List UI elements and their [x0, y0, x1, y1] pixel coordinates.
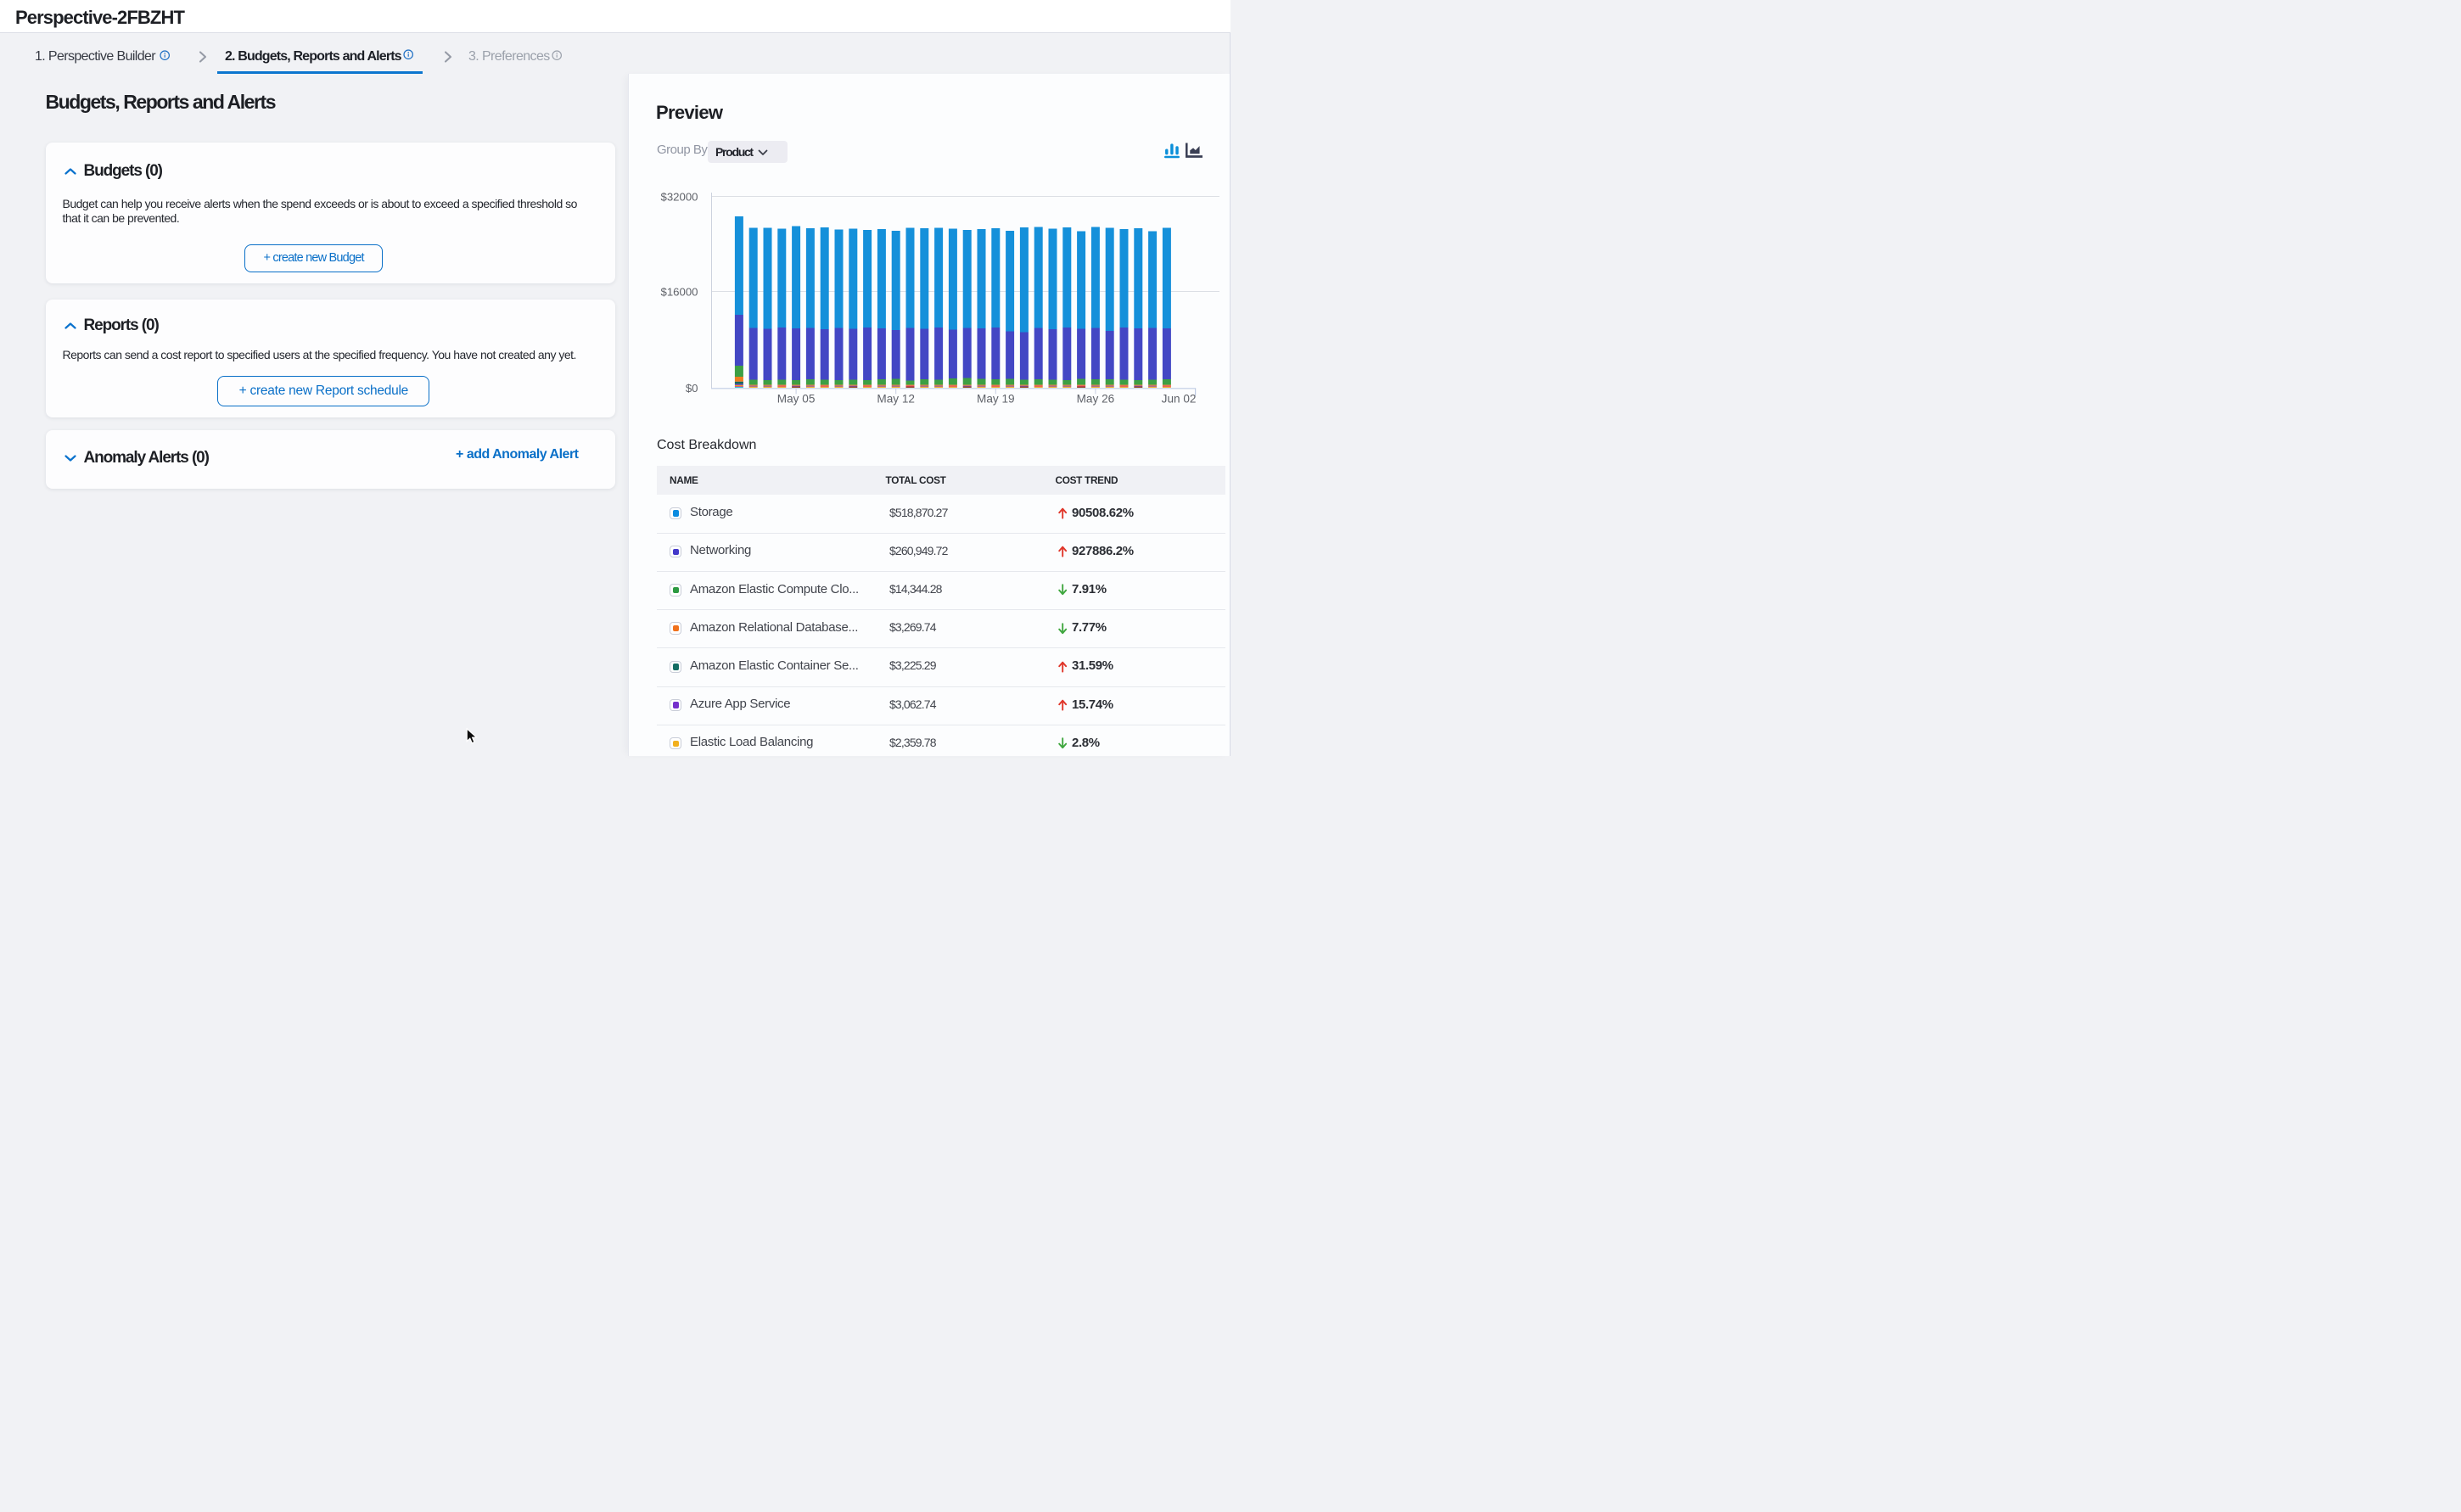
- svg-text:$32000: $32000: [660, 191, 698, 204]
- svg-text:May 05: May 05: [777, 393, 816, 406]
- svg-text:May 26: May 26: [1077, 393, 1115, 406]
- svg-text:May 19: May 19: [977, 393, 1015, 406]
- svg-text:$0: $0: [686, 382, 698, 395]
- svg-text:May 12: May 12: [877, 393, 915, 406]
- svg-text:$16000: $16000: [660, 286, 698, 299]
- svg-text:Jun 02: Jun 02: [1162, 393, 1197, 406]
